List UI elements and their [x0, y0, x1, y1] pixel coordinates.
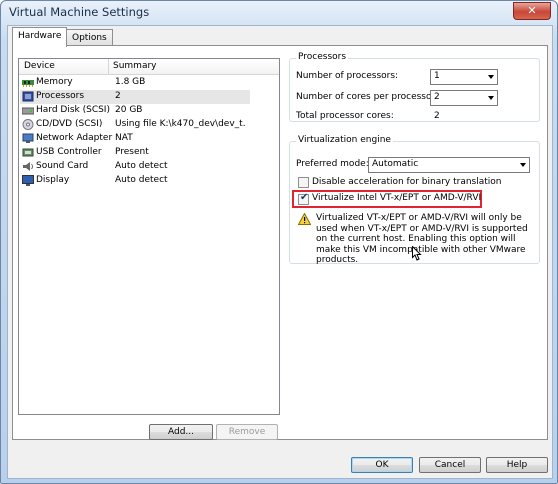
total-cores-label: Total processor cores:	[296, 111, 394, 121]
device-row-memory[interactable]: Memory 1.8 GB	[20, 76, 250, 90]
ok-button[interactable]: OK	[351, 457, 413, 473]
total-cores-value: 2	[434, 111, 440, 121]
device-summary: Using file K:\k470_dev\dev_t...	[115, 119, 245, 129]
column-header-device[interactable]: Device	[24, 61, 55, 71]
add-device-button[interactable]: Add...	[149, 424, 213, 440]
virtualize-vtx-label[interactable]: Virtualize Intel VT-x/EPT or AMD-V/RVI	[312, 193, 481, 203]
disable-acceleration-label[interactable]: Disable acceleration for binary translat…	[312, 177, 502, 187]
preferred-mode-select[interactable]: Automatic	[368, 157, 530, 173]
sound-card-icon	[23, 162, 33, 171]
help-button[interactable]: Help	[486, 457, 548, 473]
device-row-display[interactable]: Display Auto detect	[20, 174, 250, 188]
cores-per-processor-value: 2	[434, 92, 440, 102]
settings-window: Virtual Machine Settings ✕ Hardware Opti…	[0, 0, 558, 484]
device-row-cd-dvd[interactable]: CD/DVD (SCSI) Using file K:\k470_dev\dev…	[20, 118, 250, 132]
chevron-down-icon	[488, 75, 494, 79]
device-name: Display	[36, 175, 70, 185]
device-name: USB Controller	[36, 147, 102, 157]
virtualization-group-title: Virtualization engine	[296, 135, 393, 145]
title-bar[interactable]: Virtual Machine Settings ✕	[1, 1, 557, 23]
usb-controller-icon	[22, 148, 34, 157]
device-summary: Present	[115, 147, 149, 157]
virtualization-warning-text: Virtualized VT-x/EPT or AMD-V/RVI will o…	[316, 213, 528, 265]
cd-dvd-icon	[22, 119, 34, 130]
network-adapter-icon	[22, 133, 34, 143]
device-summary: Auto detect	[115, 175, 168, 185]
display-icon	[22, 175, 34, 186]
device-name: Processors	[36, 91, 85, 101]
cores-per-processor-select[interactable]: 2	[430, 90, 498, 106]
device-name: Sound Card	[36, 161, 89, 171]
chevron-down-icon	[488, 96, 494, 100]
close-icon: ✕	[527, 4, 537, 17]
processors-group: Processors Number of processors: 1 Numbe…	[289, 52, 540, 122]
device-row-network-adapter[interactable]: Network Adapter NAT	[20, 132, 250, 146]
device-summary: 1.8 GB	[115, 77, 146, 87]
preferred-mode-value: Automatic	[372, 159, 419, 169]
device-row-processors[interactable]: Processors 2	[20, 90, 250, 104]
hardware-tab-panel: Device Summary Memory 1.8 GB Processors …	[12, 45, 548, 440]
device-summary: 20 GB	[115, 105, 143, 115]
device-name: Hard Disk (SCSI)	[36, 105, 110, 115]
device-summary: 2	[115, 91, 121, 101]
memory-icon	[22, 80, 34, 87]
tab-hardware[interactable]: Hardware	[12, 27, 68, 47]
virtualize-vtx-checkbox[interactable]: ✔	[298, 192, 309, 205]
num-processors-value: 1	[434, 71, 440, 81]
device-list-header: Device Summary	[19, 59, 279, 75]
processors-group-title: Processors	[296, 52, 349, 62]
device-name: Network Adapter	[36, 133, 113, 143]
device-summary: NAT	[115, 133, 133, 143]
cores-per-processor-label: Number of cores per processor:	[296, 92, 439, 102]
device-summary: Auto detect	[115, 161, 168, 171]
checkmark-icon: ✔	[300, 192, 309, 203]
device-row-usb-controller[interactable]: USB Controller Present	[20, 146, 250, 160]
num-processors-select[interactable]: 1	[430, 69, 498, 85]
dialog-client-area: Hardware Options Device Summary Memory 1…	[7, 25, 553, 479]
chevron-down-icon	[520, 163, 526, 167]
processor-icon	[22, 91, 34, 102]
device-row-hard-disk[interactable]: Hard Disk (SCSI) 20 GB	[20, 104, 250, 118]
column-divider[interactable]	[108, 59, 109, 74]
mouse-cursor-icon	[412, 246, 422, 261]
device-name: Memory	[36, 77, 73, 87]
device-name: CD/DVD (SCSI)	[36, 119, 103, 129]
close-button[interactable]: ✕	[513, 2, 551, 20]
window-title: Virtual Machine Settings	[9, 5, 150, 19]
tab-options[interactable]: Options	[66, 29, 113, 46]
disable-acceleration-checkbox[interactable]	[298, 177, 309, 188]
remove-device-button[interactable]: Remove	[216, 424, 278, 440]
virtualization-group: Virtualization engine Preferred mode: Au…	[289, 135, 540, 265]
num-processors-label: Number of processors:	[296, 71, 399, 81]
device-row-sound-card[interactable]: Sound Card Auto detect	[20, 160, 250, 174]
warning-icon	[298, 213, 311, 225]
preferred-mode-label: Preferred mode:	[296, 159, 369, 169]
column-header-summary[interactable]: Summary	[113, 61, 157, 71]
cancel-button[interactable]: Cancel	[419, 457, 481, 473]
device-list[interactable]: Device Summary Memory 1.8 GB Processors …	[18, 58, 280, 415]
hard-disk-icon	[22, 107, 34, 115]
